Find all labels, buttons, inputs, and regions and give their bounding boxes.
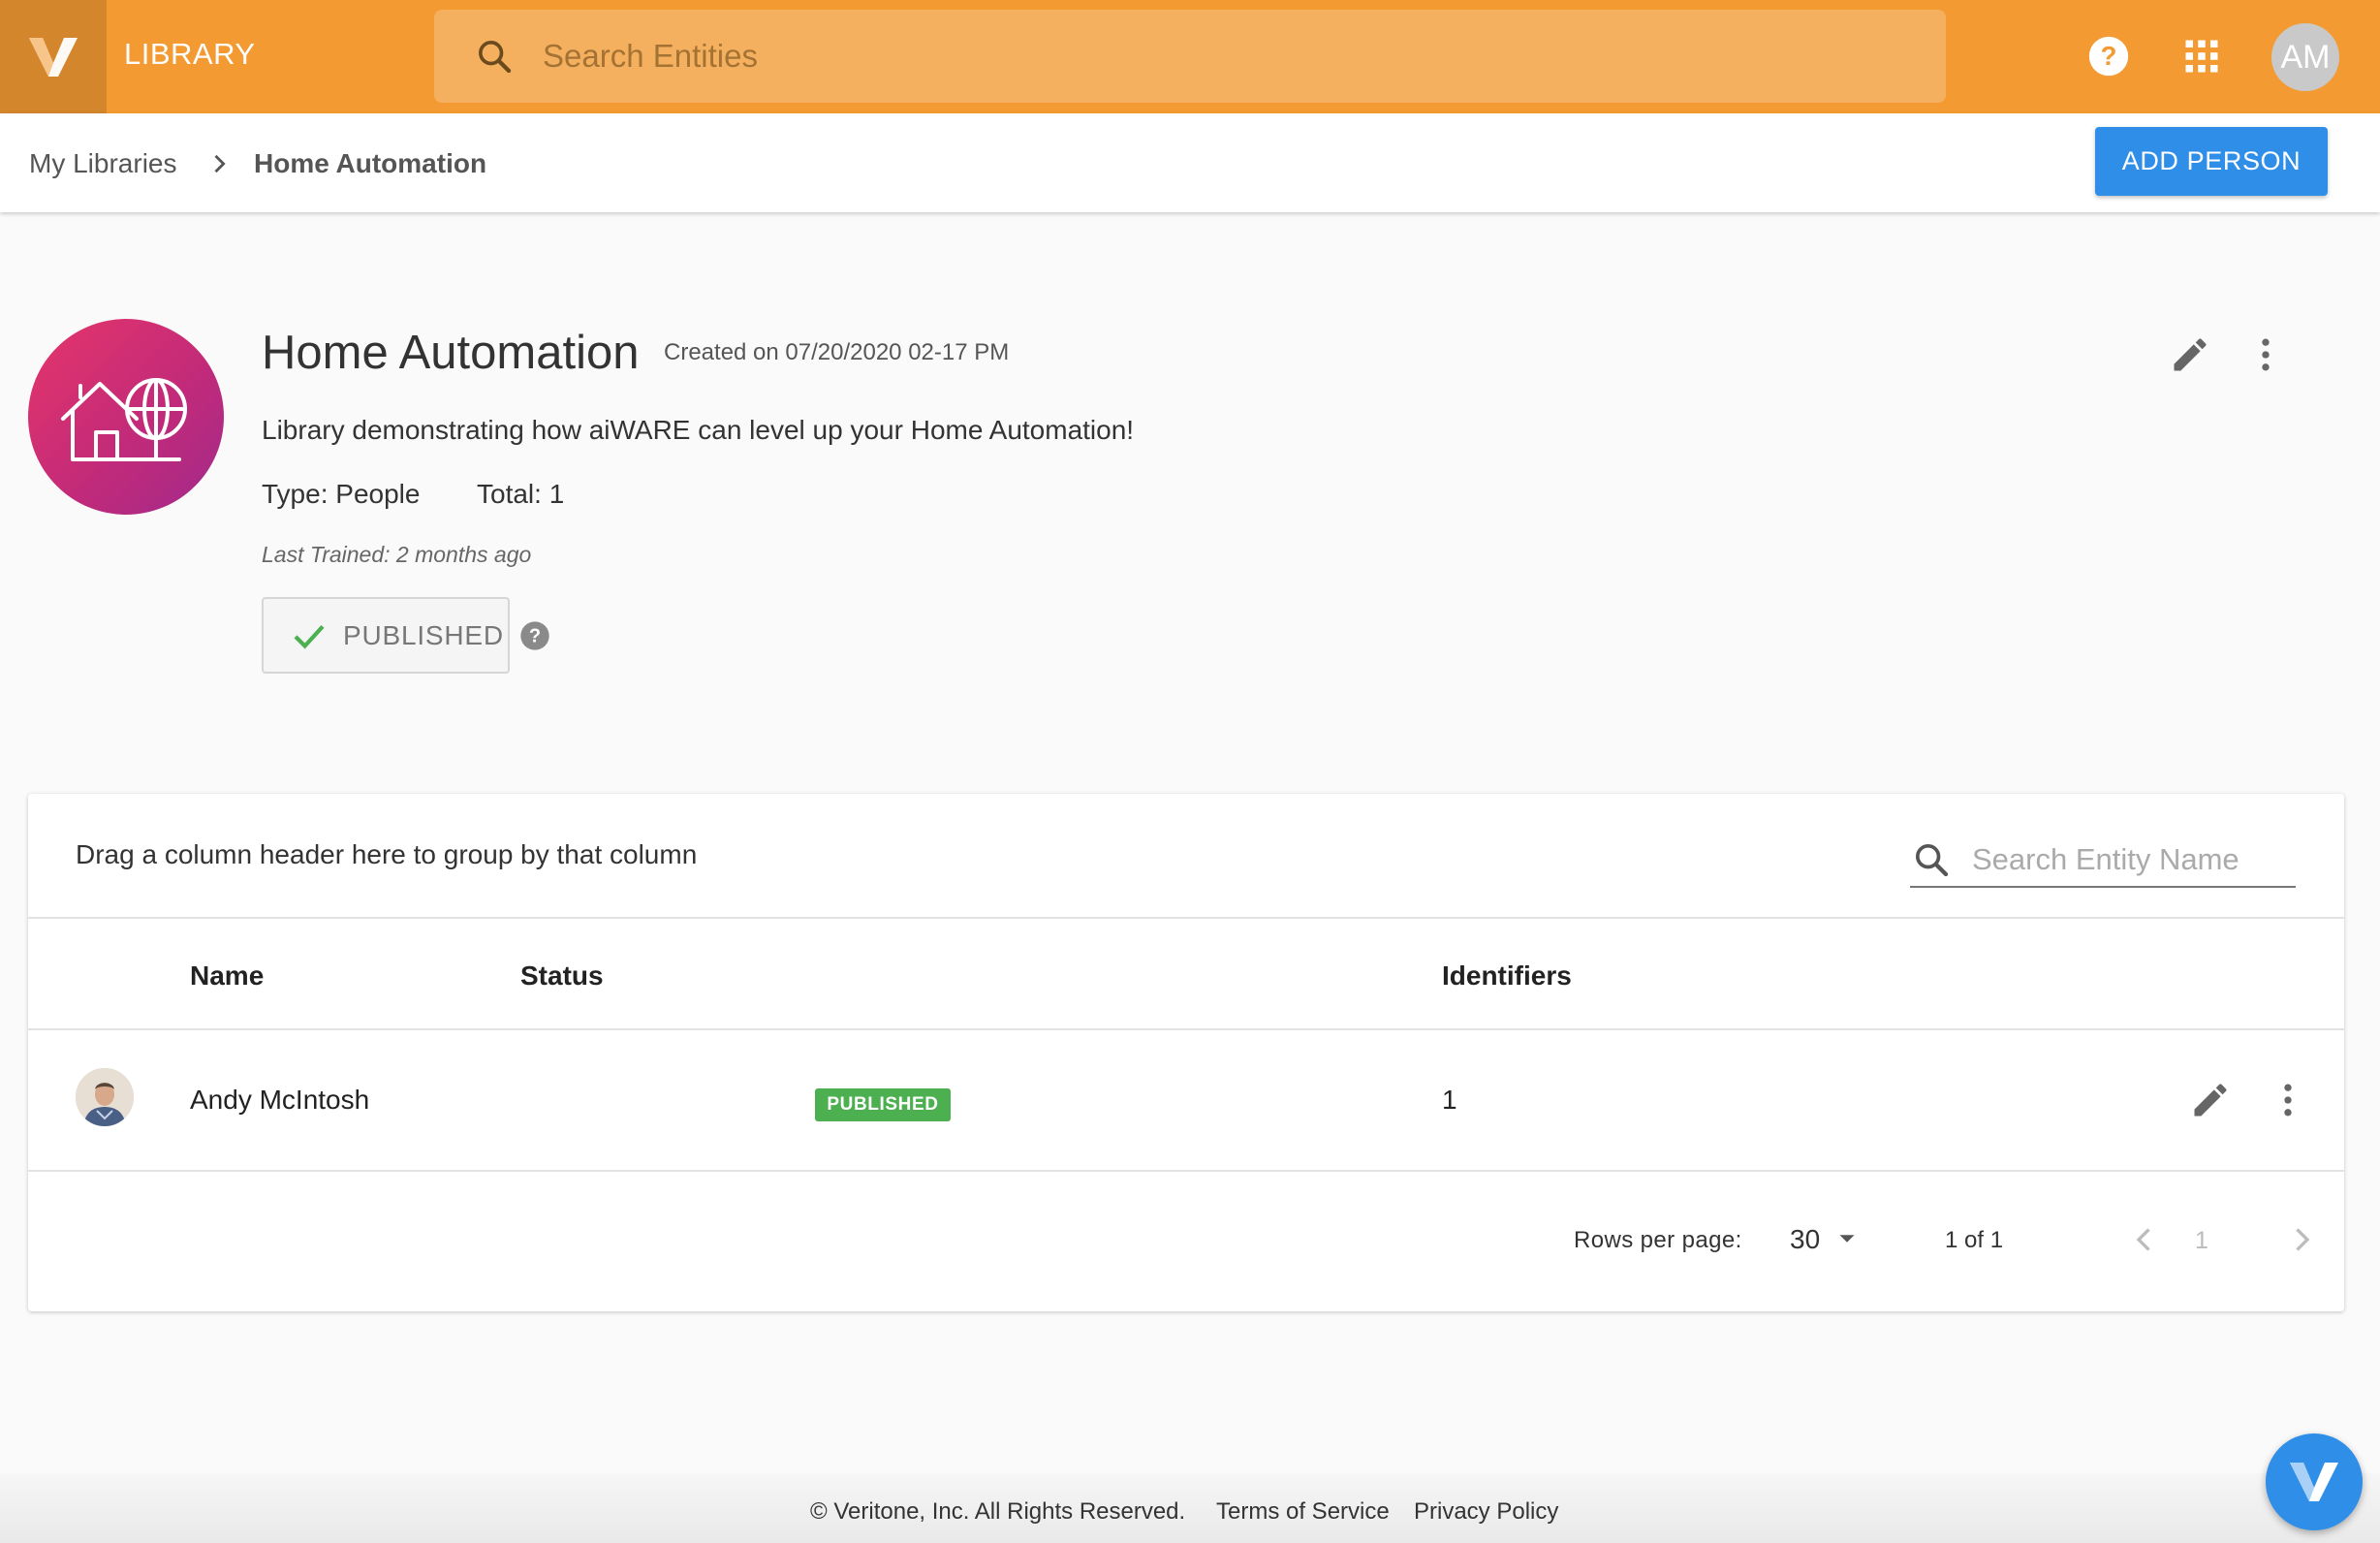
divider (28, 917, 2344, 919)
veritone-logo-icon (2290, 1463, 2338, 1501)
entity-name[interactable]: Andy McIntosh (190, 1085, 369, 1116)
user-avatar[interactable]: AM (2271, 23, 2339, 91)
rows-per-page-select[interactable]: 30 (1790, 1224, 1820, 1255)
library-avatar (28, 319, 224, 515)
page-number[interactable]: 1 (2195, 1227, 2208, 1255)
svg-text:?: ? (529, 626, 541, 647)
status-badge: PUBLISHED (815, 1088, 951, 1121)
search-icon (479, 41, 512, 74)
help-icon[interactable]: ? (2082, 29, 2136, 83)
rows-per-page-label: Rows per page: (1574, 1227, 1742, 1253)
breadcrumb-my-libraries[interactable]: My Libraries (29, 148, 176, 179)
help-circle-icon[interactable]: ? (519, 620, 550, 651)
page-range: 1 of 1 (1945, 1227, 2004, 1253)
column-header-status[interactable]: Status (520, 960, 604, 992)
chevron-right-icon (214, 154, 226, 173)
caret-down-icon[interactable] (1832, 1224, 1862, 1253)
add-person-button[interactable]: ADD PERSON (2095, 127, 2328, 196)
published-button-label: PUBLISHED (343, 619, 504, 650)
search-entities-input[interactable] (543, 38, 1802, 75)
group-by-drop-zone[interactable]: Drag a column header here to group by th… (76, 839, 697, 870)
column-header-name[interactable]: Name (190, 960, 264, 992)
entity-search-bar[interactable] (434, 10, 1946, 103)
column-header-identifiers[interactable]: Identifiers (1442, 960, 1572, 992)
more-vert-icon[interactable] (2244, 333, 2287, 376)
divider (28, 1170, 2344, 1172)
chevron-right-icon[interactable] (2284, 1222, 2319, 1257)
library-last-trained: Last Trained: 2 months ago (262, 542, 532, 567)
check-icon (294, 624, 325, 649)
library-description: Library demonstrating how aiWARE can lev… (262, 415, 1135, 445)
footer: © Veritone, Inc. All Rights Reserved. Te… (0, 1473, 2380, 1543)
svg-text:?: ? (2101, 41, 2117, 71)
apps-grid-icon[interactable] (2175, 29, 2229, 83)
edit-entity-icon[interactable] (2189, 1079, 2232, 1121)
library-type: Type: People (262, 479, 421, 509)
search-icon (1916, 844, 1949, 877)
house-globe-icon (61, 378, 187, 461)
library-created-date: Created on 07/20/2020 02-17 PM (664, 339, 1010, 365)
library-title: Home Automation (262, 327, 640, 379)
divider (28, 1028, 2344, 1030)
entity-name-search[interactable] (1910, 834, 2296, 888)
library-total: Total: 1 (477, 479, 565, 509)
entity-avatar (76, 1068, 134, 1126)
veritone-logo-icon[interactable] (0, 0, 107, 113)
edit-library-icon[interactable] (2169, 333, 2211, 376)
entity-identifiers-count: 1 (1442, 1085, 1457, 1115)
footer-terms-link[interactable]: Terms of Service (1216, 1498, 1390, 1526)
veritone-assistant-button[interactable] (2266, 1433, 2363, 1530)
published-button[interactable]: PUBLISHED (262, 597, 510, 674)
top-app-bar: LIBRARY ? AM (0, 0, 2380, 113)
more-vert-icon[interactable] (2267, 1079, 2309, 1121)
chevron-left-icon[interactable] (2127, 1222, 2162, 1257)
breadcrumb-bar: My Libraries Home Automation ADD PERSON (0, 113, 2380, 212)
search-entity-name-input[interactable] (1972, 842, 2282, 877)
breadcrumb-current: Home Automation (254, 148, 487, 178)
app-title[interactable]: LIBRARY (124, 37, 256, 72)
footer-copyright: © Veritone, Inc. All Rights Reserved. (810, 1498, 1186, 1525)
entity-table-card: Drag a column header here to group by th… (28, 794, 2344, 1311)
footer-privacy-link[interactable]: Privacy Policy (1414, 1498, 1558, 1526)
